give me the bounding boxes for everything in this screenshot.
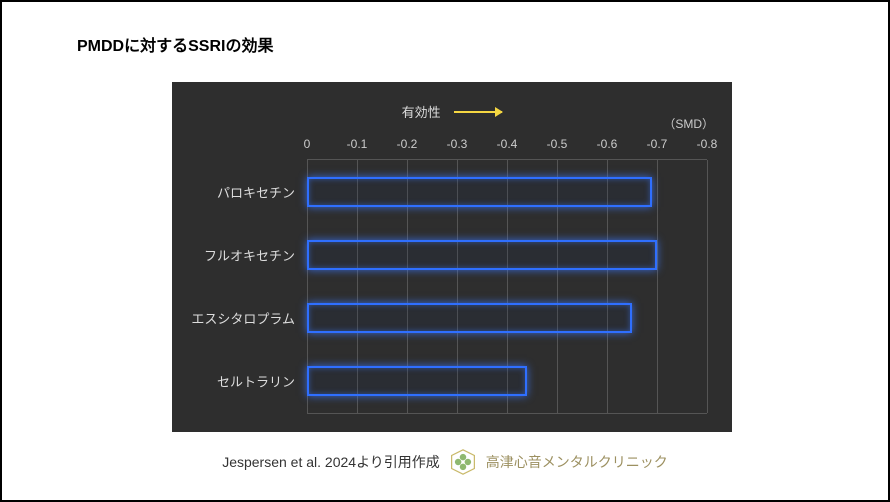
tick: -0.2: [397, 137, 418, 151]
bar-row: フルオキセチン: [307, 223, 707, 286]
bar-row: パロキセチン: [307, 160, 707, 223]
category-label: パロキセチン: [217, 182, 307, 201]
tick: -0.7: [647, 137, 668, 151]
tick: -0.6: [597, 137, 618, 151]
x-ticks: 0 -0.1 -0.2 -0.3 -0.4 -0.5 -0.6 -0.7 -0.…: [307, 137, 707, 155]
category-label: エスシタロプラム: [191, 309, 307, 328]
tick: -0.1: [347, 137, 368, 151]
tick: -0.5: [547, 137, 568, 151]
chart-header: 有効性: [172, 102, 732, 121]
credit-line: Jespersen et al. 2024より引用作成 高津心音メンタルクリニッ…: [2, 449, 888, 475]
tick: -0.3: [447, 137, 468, 151]
bar-row: エスシタロプラム: [307, 287, 707, 350]
source-text: Jespersen et al. 2024より引用作成: [222, 452, 440, 472]
chart-container: 有効性 （SMD） 0 -0.1 -0.2 -0.3 -0.4 -0.5 -0.…: [172, 82, 732, 432]
bar: [307, 240, 657, 270]
category-label: フルオキセチン: [204, 245, 307, 264]
tick: 0: [304, 137, 311, 151]
effectiveness-label: 有効性: [402, 102, 441, 121]
bar: [307, 366, 527, 396]
bar: [307, 303, 632, 333]
unit-label: （SMD）: [663, 115, 714, 132]
clinic-logo-icon: [450, 449, 476, 475]
arrow-right-icon: [454, 111, 502, 113]
tick: -0.8: [697, 137, 718, 151]
bar-row: セルトラリン: [307, 350, 707, 413]
clinic-name: 高津心音メンタルクリニック: [486, 452, 668, 472]
page-title: PMDDに対するSSRIの効果: [77, 32, 273, 56]
tick: -0.4: [497, 137, 518, 151]
bar: [307, 177, 652, 207]
category-label: セルトラリン: [217, 372, 307, 391]
grid: パロキセチン フルオキセチン エスシタロプラム セルトラリン: [307, 159, 707, 414]
plot-area: 0 -0.1 -0.2 -0.3 -0.4 -0.5 -0.6 -0.7 -0.…: [307, 137, 707, 414]
